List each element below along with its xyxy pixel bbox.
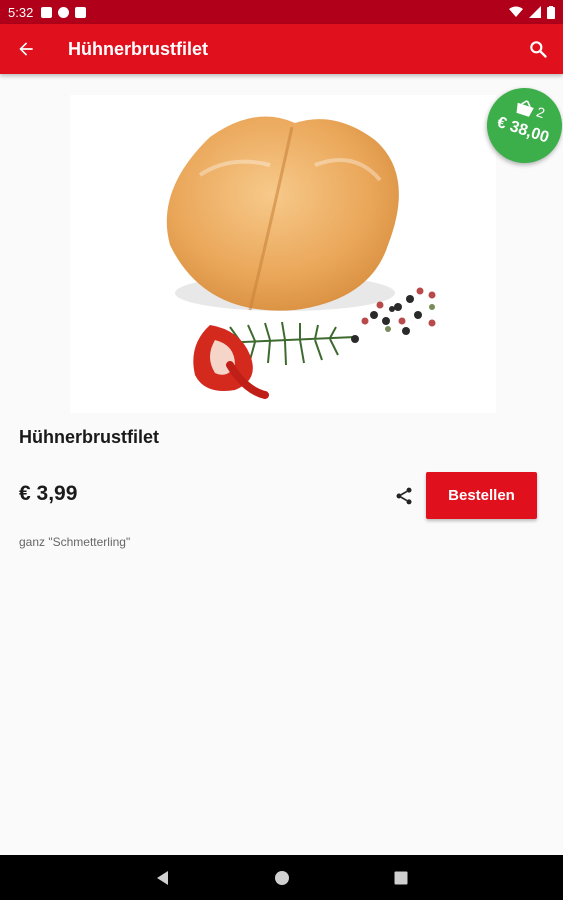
chicken-breast-illustration (166, 116, 436, 399)
wifi-icon (509, 6, 523, 17)
order-button[interactable]: Bestellen (426, 472, 537, 519)
product-description: ganz "Schmetterling" (19, 535, 131, 549)
navigation-bar (0, 855, 563, 900)
search-button[interactable] (513, 24, 563, 74)
nav-home-button[interactable] (270, 866, 294, 890)
shopping-basket-icon (516, 99, 535, 117)
cart-count: 2 (534, 103, 547, 122)
product-image (70, 95, 496, 413)
triangle-back-icon (156, 870, 168, 885)
app-bar: Hühnerbrustfilet (0, 24, 563, 74)
product-price: € 3,99 (19, 482, 78, 505)
share-icon (396, 487, 412, 505)
status-time: 5:32 (8, 4, 34, 20)
notification-icon (41, 6, 53, 18)
circle-home-icon (274, 870, 289, 885)
notification-icon (75, 6, 87, 18)
nav-back-button[interactable] (151, 866, 175, 890)
back-button[interactable] (0, 24, 52, 74)
signal-icon (529, 6, 541, 18)
cart-total: € 38,00 (494, 113, 551, 147)
product-name: Hühnerbrustfilet (19, 427, 160, 447)
notification-icon (58, 6, 70, 18)
page-title: Hühnerbrustfilet (68, 38, 209, 59)
arrow-back-icon (19, 42, 33, 56)
battery-icon (547, 5, 555, 19)
square-recents-icon (394, 871, 407, 884)
nav-recents-button[interactable] (389, 866, 413, 890)
search-icon (530, 41, 547, 58)
status-bar: 5:32 (0, 0, 563, 24)
share-button[interactable] (391, 483, 417, 509)
